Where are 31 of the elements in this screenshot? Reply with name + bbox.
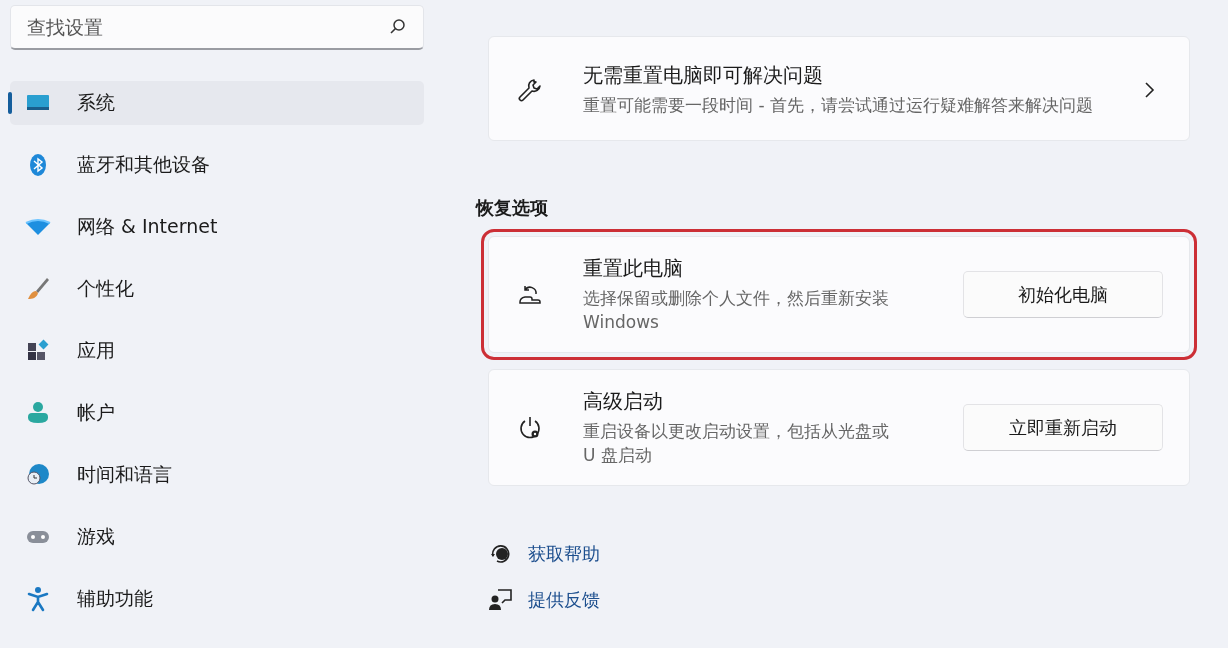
card-title: 无需重置电脑即可解决问题 — [583, 62, 824, 89]
sidebar-item[interactable]: 游戏 — [10, 515, 424, 559]
help-link[interactable]: 提供反馈 — [528, 588, 600, 612]
help-link[interactable]: 获取帮助 — [528, 542, 600, 566]
search-field[interactable]: 查找设置 — [10, 5, 424, 50]
card-description: 重启设备以更改启动设置，包括从光盘或 U 盘启动 — [583, 420, 890, 467]
search-icon — [388, 18, 406, 36]
sidebar-item[interactable]: 帐户 — [10, 391, 424, 435]
power-gear-icon — [517, 414, 543, 441]
sidebar-item[interactable]: 应用 — [10, 329, 424, 373]
sidebar-item[interactable]: 个性化 — [10, 267, 424, 311]
card-title: 高级启动 — [583, 388, 664, 415]
selection-indicator — [8, 92, 12, 114]
chevron-right-icon — [1143, 80, 1155, 99]
sidebar-item[interactable]: 系统 — [10, 81, 424, 125]
sidebar-item[interactable]: 辅助功能 — [10, 577, 424, 621]
person-icon — [25, 400, 51, 426]
accessibility-icon — [25, 586, 51, 612]
sidebar-item[interactable]: 网络 & Internet — [10, 205, 424, 249]
card-description: 重置可能需要一段时间 - 首先，请尝试通过运行疑难解答来解决问题 — [583, 94, 1094, 117]
action-button[interactable]: 初始化电脑 — [963, 271, 1163, 318]
sidebar-item[interactable]: 蓝牙和其他设备 — [10, 143, 424, 187]
brush-icon — [25, 276, 51, 302]
globe-clock-icon — [25, 462, 51, 488]
feedback-icon — [488, 587, 514, 613]
action-button[interactable]: 立即重新启动 — [963, 404, 1163, 451]
card-description: 选择保留或删除个人文件，然后重新安装 Windows — [583, 287, 890, 334]
sidebar-item[interactable]: 时间和语言 — [10, 453, 424, 497]
section-heading: 恢复选项 — [476, 196, 549, 220]
card-title: 重置此电脑 — [583, 255, 684, 282]
wrench-icon — [517, 76, 543, 103]
